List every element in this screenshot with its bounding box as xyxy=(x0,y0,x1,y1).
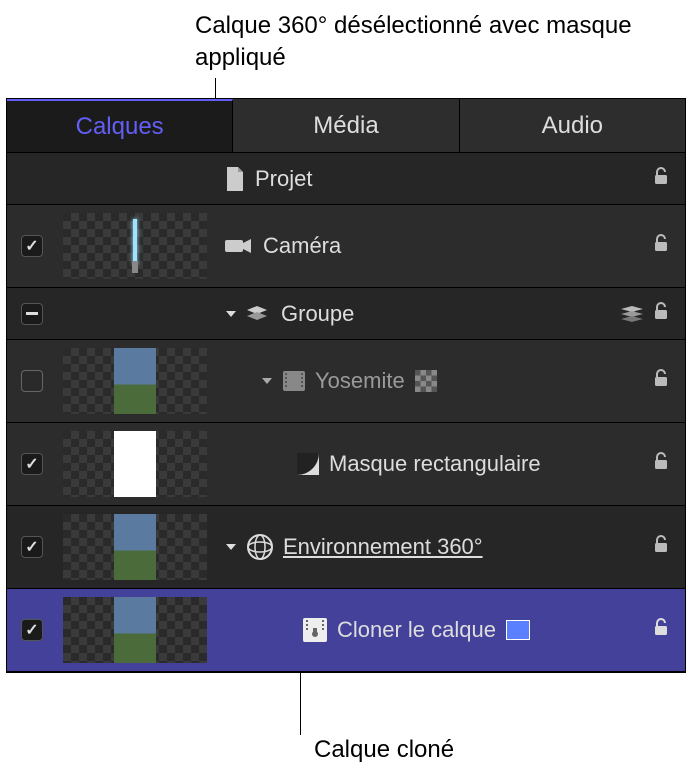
stack-icon[interactable] xyxy=(621,306,643,322)
row-rectmask[interactable]: Masque rectangulaire xyxy=(7,423,685,506)
lock-icon[interactable] xyxy=(651,617,671,643)
visibility-checkbox[interactable] xyxy=(21,370,43,392)
thumbnail xyxy=(63,213,207,279)
env360-icon xyxy=(247,534,273,560)
tab-layers[interactable]: Calques xyxy=(7,99,233,152)
annotation-bottom: Calque cloné xyxy=(314,734,614,766)
thumbnail xyxy=(63,348,207,414)
row-label: Groupe xyxy=(281,301,354,327)
disclosure-triangle[interactable] xyxy=(261,375,273,387)
disclosure-triangle[interactable] xyxy=(225,308,237,320)
thumbnail xyxy=(63,514,207,580)
lock-icon[interactable] xyxy=(651,368,671,394)
mask-icon xyxy=(297,453,319,475)
visibility-checkbox[interactable] xyxy=(21,303,43,325)
row-label: Environnement 360° xyxy=(283,534,483,560)
camera-icon xyxy=(225,237,253,255)
lock-icon[interactable] xyxy=(651,233,671,259)
lock-icon[interactable] xyxy=(651,451,671,477)
row-env360[interactable]: Environnement 360° xyxy=(7,506,685,589)
visibility-checkbox[interactable] xyxy=(21,619,43,641)
row-camera[interactable]: Caméra xyxy=(7,205,685,288)
lock-icon[interactable] xyxy=(651,534,671,560)
tab-media[interactable]: Média xyxy=(233,99,459,152)
thumbnail xyxy=(63,597,207,663)
tab-audio[interactable]: Audio xyxy=(460,99,685,152)
row-label: Caméra xyxy=(263,233,341,259)
group-icon xyxy=(247,306,271,322)
visibility-checkbox[interactable] xyxy=(21,536,43,558)
visibility-checkbox[interactable] xyxy=(21,235,43,257)
row-group[interactable]: Groupe xyxy=(7,288,685,340)
row-yosemite[interactable]: Yosemite xyxy=(7,340,685,423)
project-icon xyxy=(225,167,245,191)
row-label: Cloner le calque xyxy=(337,617,496,643)
lock-icon[interactable] xyxy=(651,301,671,327)
layers-panel: Calques Média Audio Projet Caméra xyxy=(6,98,686,673)
lock-icon[interactable] xyxy=(651,166,671,192)
clone-source-swatch xyxy=(506,620,530,640)
row-label: Projet xyxy=(255,166,312,192)
panel-tabs: Calques Média Audio xyxy=(7,99,685,153)
leader-line xyxy=(300,673,301,735)
row-clone[interactable]: Cloner le calque xyxy=(7,589,685,672)
row-label: Masque rectangulaire xyxy=(329,451,541,477)
clone-icon xyxy=(303,618,327,642)
thumbnail xyxy=(63,431,207,497)
row-label: Yosemite xyxy=(315,368,405,394)
film-icon xyxy=(283,371,305,391)
visibility-checkbox[interactable] xyxy=(21,453,43,475)
mask-applied-icon xyxy=(415,370,437,392)
row-project[interactable]: Projet xyxy=(7,153,685,205)
annotation-top: Calque 360° désélectionné avec masque ap… xyxy=(195,10,675,75)
disclosure-triangle[interactable] xyxy=(225,541,237,553)
